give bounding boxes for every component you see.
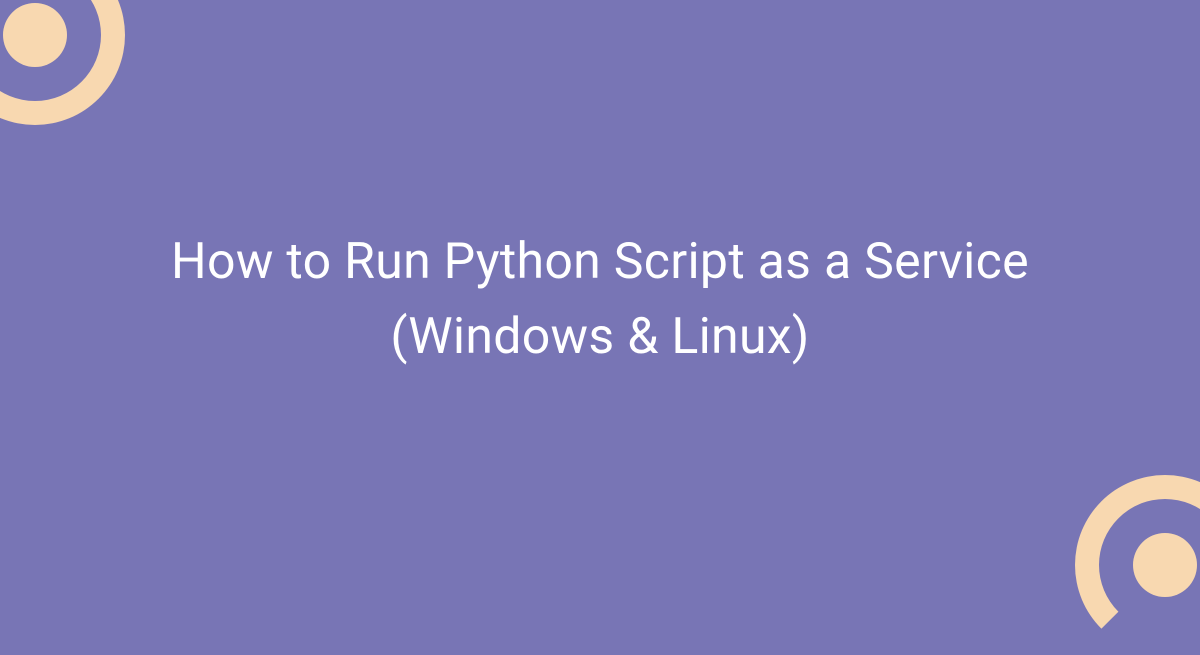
arc-shape-icon [1075, 475, 1200, 655]
arc-shape-icon [0, 0, 125, 125]
page-title: How to Run Python Script as a Service (W… [150, 225, 1050, 375]
dot-shape-icon [3, 3, 67, 67]
decoration-top-left [0, 0, 125, 125]
dot-shape-icon [1133, 533, 1197, 597]
decoration-bottom-right [1075, 475, 1200, 655]
